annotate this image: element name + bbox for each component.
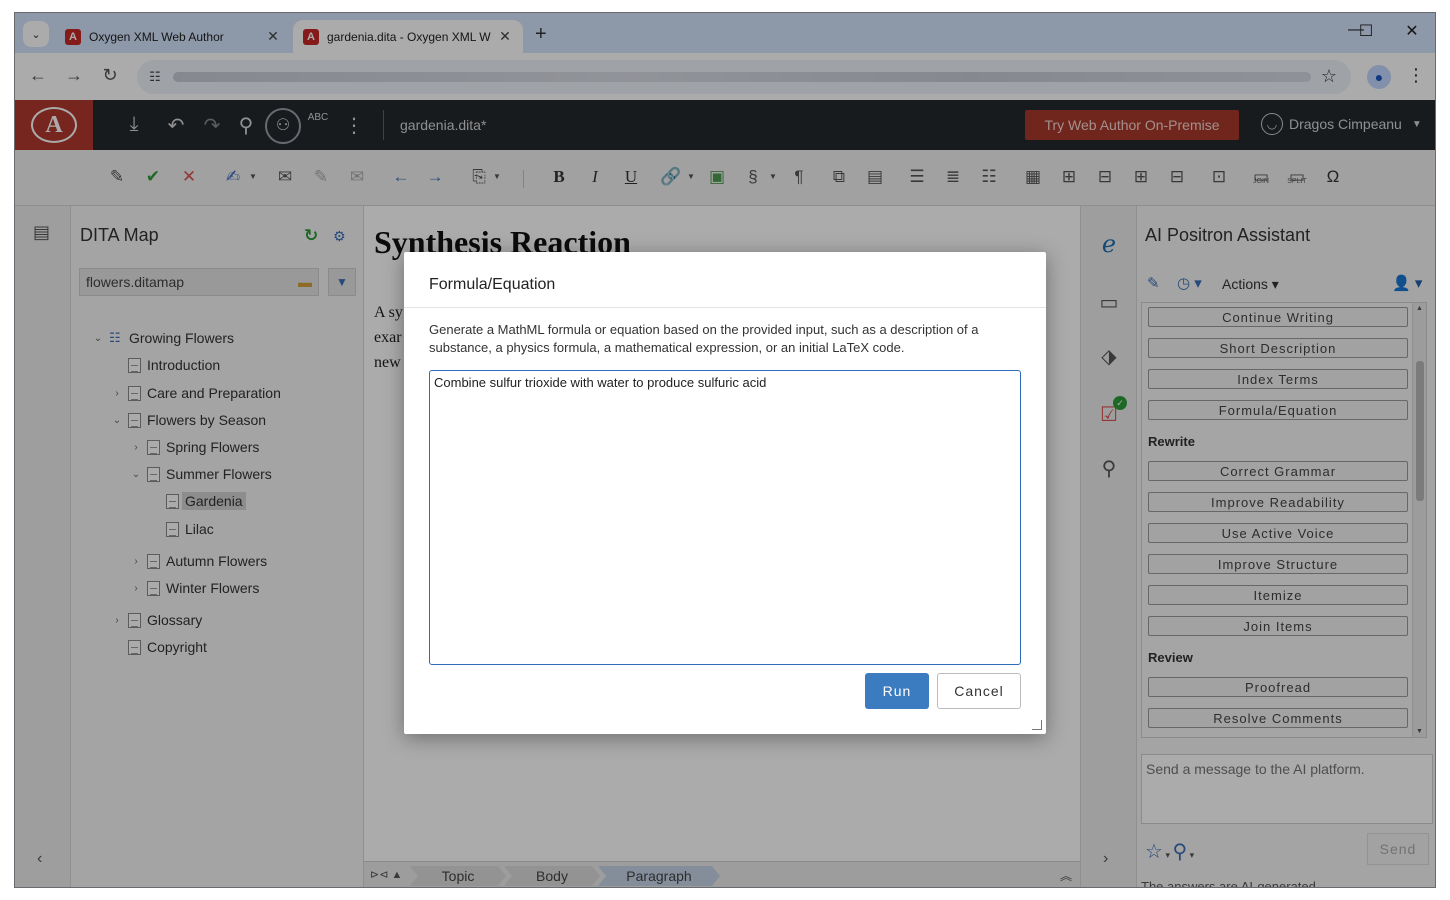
- formula-input[interactable]: Combine sulfur trioxide with water to pr…: [429, 370, 1021, 665]
- formula-equation-dialog: Formula/Equation Generate a MathML formu…: [404, 252, 1046, 734]
- cancel-button[interactable]: Cancel: [937, 673, 1021, 709]
- dialog-description: Generate a MathML formula or equation ba…: [429, 322, 979, 355]
- resize-handle[interactable]: [1032, 720, 1042, 730]
- run-button[interactable]: Run: [865, 673, 929, 709]
- dialog-title: Formula/Equation: [404, 252, 1046, 308]
